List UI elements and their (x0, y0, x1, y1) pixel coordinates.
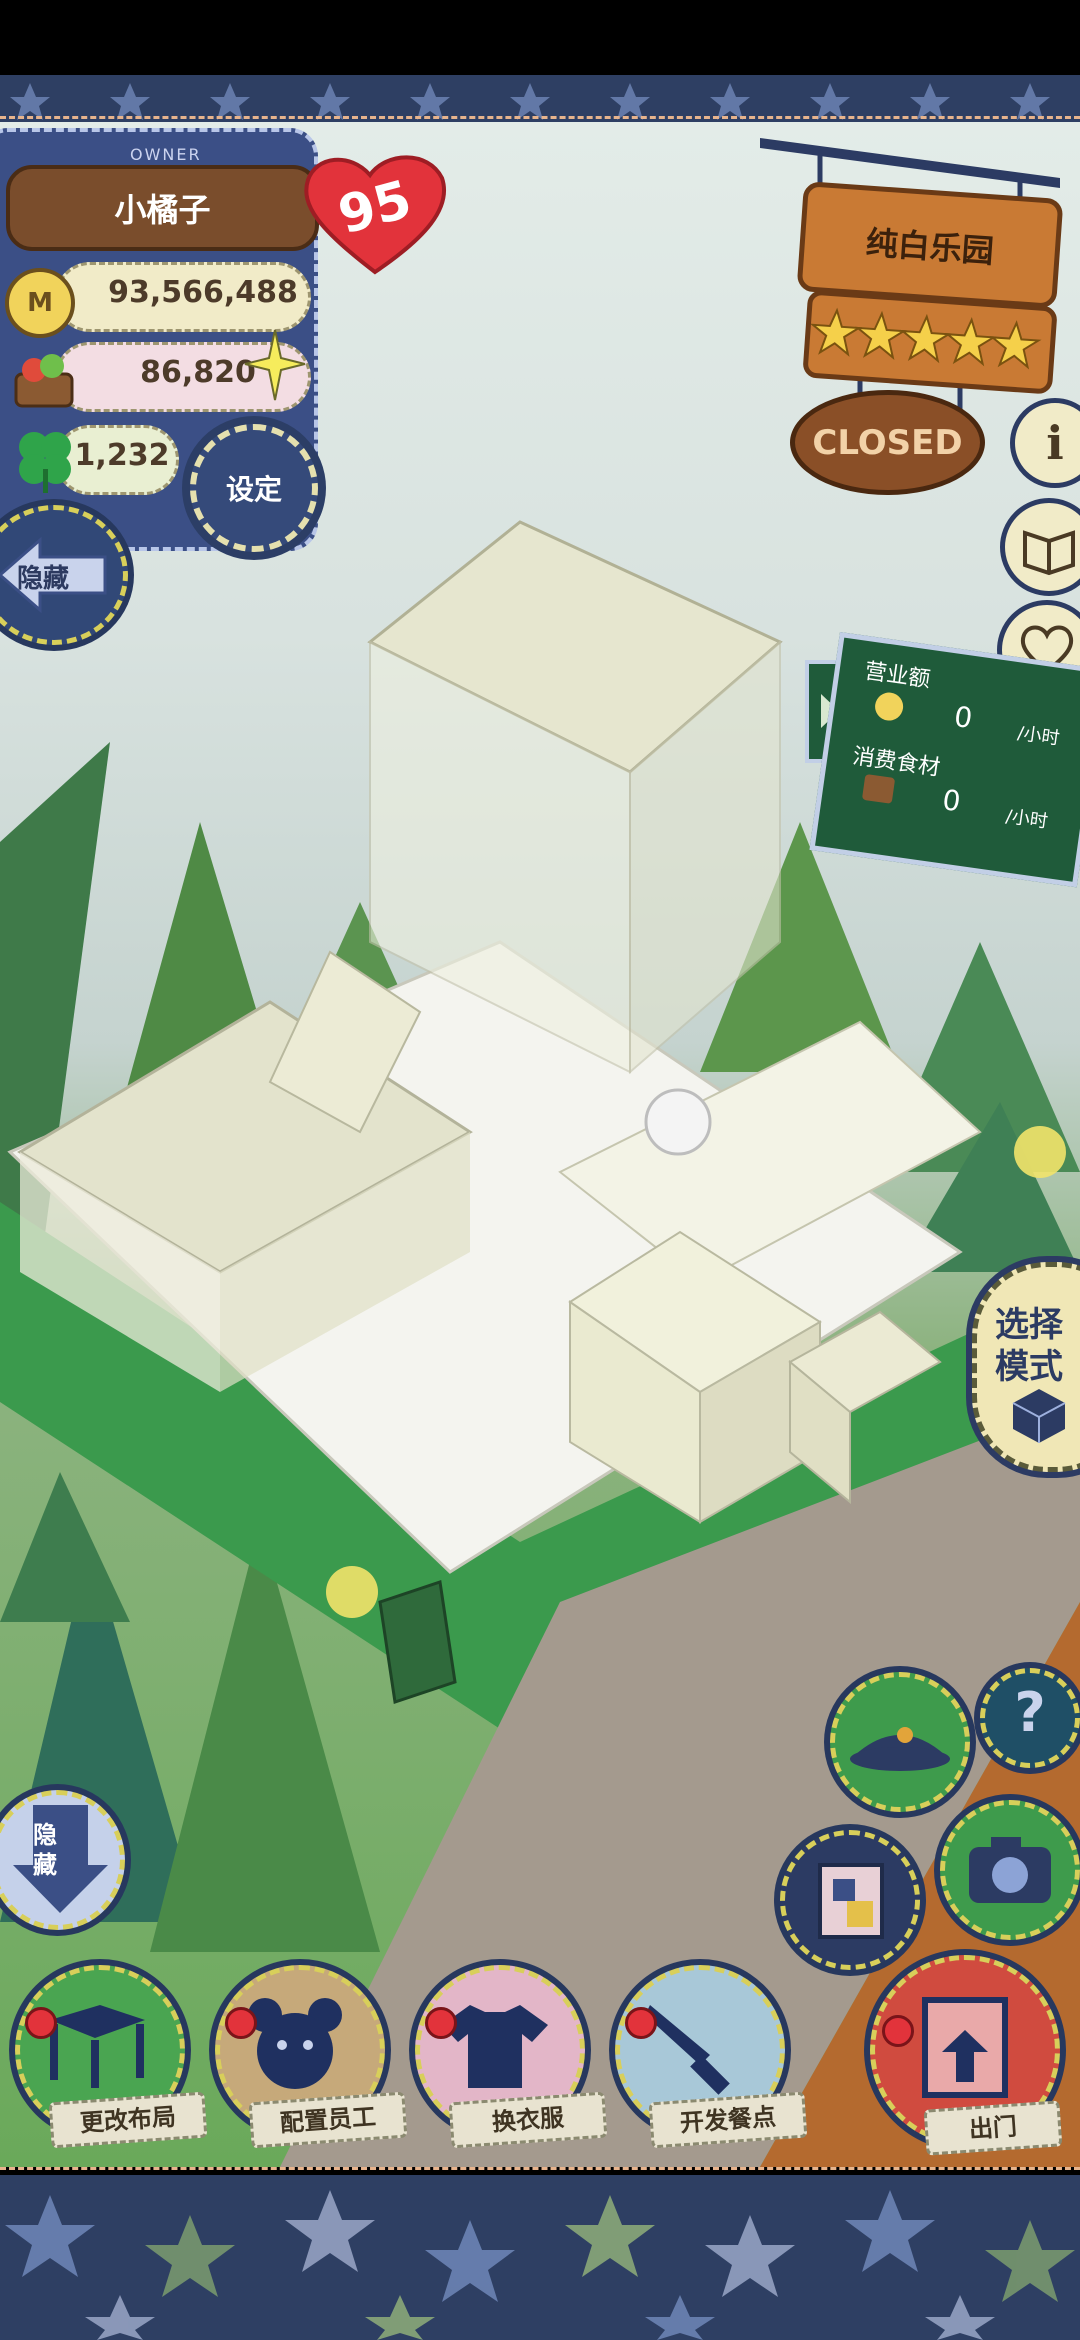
go-out-label: 出门 (923, 2100, 1063, 2156)
album-button[interactable] (780, 1830, 920, 1970)
develop-dishes-button[interactable]: 开发餐点 (615, 1965, 808, 2149)
notification-dot (225, 2007, 257, 2039)
level-heart[interactable]: 95 (300, 150, 450, 280)
bottom-star-border (0, 2175, 1080, 2340)
camera-icon (969, 1837, 1051, 1903)
bear-icon (248, 1998, 342, 2089)
revenue-unit: /小时 (1016, 722, 1061, 750)
change-layout-label: 更改布局 (48, 2091, 208, 2149)
stats-board: 营业额 0 /小时 消费食材 0 /小时 (809, 632, 1080, 888)
change-clothes-label: 换衣服 (448, 2091, 608, 2149)
hide-menu-button[interactable]: 隐 藏 (0, 1790, 125, 1930)
settings-label: 设定 (225, 473, 282, 506)
down-arrow-icon (13, 1805, 108, 1913)
hat-button[interactable] (830, 1672, 970, 1812)
knife-icon (645, 2005, 730, 2095)
shop-status: CLOSED (812, 422, 963, 463)
album-icon (818, 1863, 884, 1939)
help-button[interactable]: ? (980, 1668, 1080, 1768)
develop-dishes-label: 开发餐点 (648, 2091, 808, 2149)
mode-label-line2: 模式 (995, 1347, 1063, 1387)
owner-tag: OWNER (130, 145, 202, 164)
help-icon: ? (1014, 1681, 1046, 1744)
change-layout-button[interactable]: 更改布局 (15, 1965, 208, 2149)
shop-status-sign: CLOSED (790, 390, 985, 495)
go-out-button[interactable]: 出门 (870, 1955, 1065, 2156)
clover-icon (10, 425, 80, 495)
hat-icon (850, 1727, 950, 1771)
ingredient-consumption-value: 0 (940, 783, 963, 819)
assign-staff-label: 配置员工 (248, 2091, 408, 2149)
star-pattern-top (10, 83, 1050, 120)
assign-staff-button[interactable]: 配置员工 (215, 1965, 408, 2149)
player-name: 小橘子 (114, 191, 211, 229)
coin-icon (873, 690, 905, 723)
revenue-label: 营业额 (863, 658, 932, 693)
settings-button[interactable]: 设定 (190, 424, 318, 552)
notification-dot (425, 2007, 457, 2039)
basket-icon (12, 350, 78, 410)
recipe-book-icon (1023, 530, 1075, 576)
hide-label: 隐藏 (17, 564, 70, 594)
shop-rating (802, 289, 1058, 395)
door-icon (922, 1997, 1008, 2098)
top-star-border (0, 75, 1080, 122)
basket-icon (861, 773, 896, 804)
shop-name-board: 纯白乐园 (796, 181, 1064, 309)
shirt-icon (442, 2005, 548, 2088)
revenue-value: 0 (952, 699, 975, 736)
info-icon: i (1046, 416, 1064, 470)
table-icon (50, 2005, 145, 2088)
recipe-book-button[interactable] (1000, 498, 1080, 596)
select-mode-button[interactable]: 选择 模式 (972, 1262, 1080, 1472)
shop-name: 纯白乐园 (864, 223, 996, 271)
notification-dot (625, 2007, 657, 2039)
notification-dot (882, 2015, 914, 2047)
star-rating-icon (809, 307, 1042, 370)
change-clothes-button[interactable]: 换衣服 (415, 1965, 608, 2149)
clover-value: 1,232 (74, 438, 170, 473)
camera-button[interactable] (940, 1800, 1080, 1940)
owner-name-plate[interactable]: OWNER 小橘子 (6, 145, 319, 251)
cube-icon (1012, 1389, 1066, 1443)
hide-line2: 藏 (33, 1851, 57, 1879)
coin-icon: M (5, 268, 75, 338)
notification-dot (25, 2007, 57, 2039)
coins-display: 93,566,488 (55, 262, 311, 332)
star-pattern-bottom (5, 2190, 1075, 2340)
sparkle-icon (235, 329, 306, 410)
status-bar (0, 0, 1080, 75)
coins-value: 93,566,488 (108, 275, 298, 310)
ingredient-consumption-unit: /小时 (1004, 805, 1050, 833)
